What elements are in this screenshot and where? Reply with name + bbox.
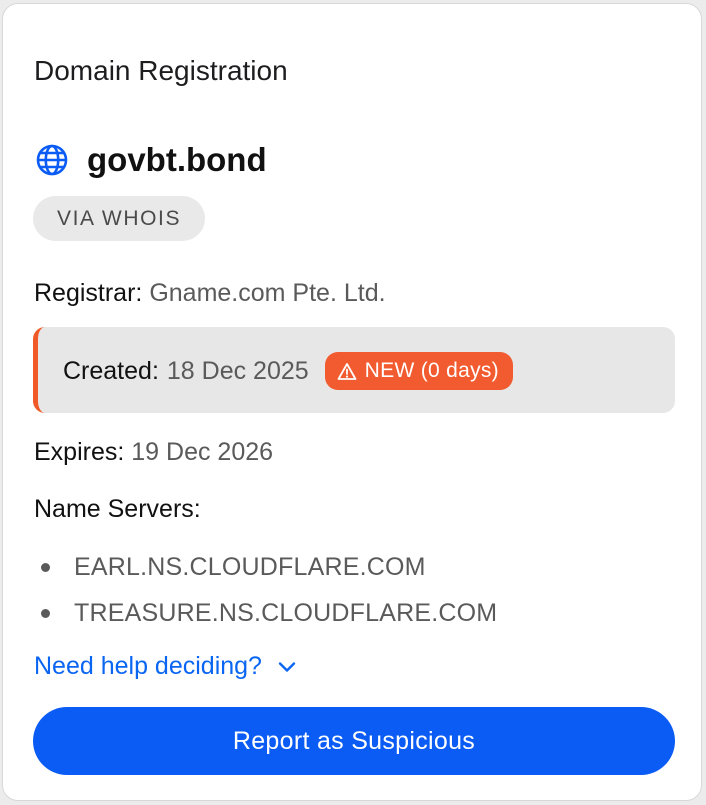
- domain-header: govbt.bond: [35, 140, 267, 180]
- name-server-value: TREASURE.NS.CLOUDFLARE.COM: [74, 598, 498, 627]
- card-title: Domain Registration: [34, 55, 288, 86]
- list-item: TREASURE.NS.CLOUDFLARE.COM: [41, 590, 497, 636]
- help-toggle[interactable]: Need help deciding?: [34, 652, 296, 681]
- domain-registration-card: Domain Registration govbt.bond VIA WHOIS…: [2, 3, 702, 801]
- expires-label: Expires:: [34, 438, 125, 466]
- chevron-down-icon: [278, 661, 296, 673]
- name-servers-label: Name Servers:: [34, 495, 201, 523]
- help-toggle-label: Need help deciding?: [34, 652, 262, 680]
- expires-row: Expires: 19 Dec 2026: [34, 436, 273, 468]
- new-badge-label: NEW (0 days): [364, 359, 499, 382]
- created-value: 18 Dec 2025: [166, 357, 309, 385]
- name-server-value: EARL.NS.CLOUDFLARE.COM: [74, 552, 426, 581]
- new-domain-badge: NEW (0 days): [324, 352, 513, 390]
- registrar-label: Registrar:: [34, 279, 143, 307]
- name-servers-list: EARL.NS.CLOUDFLARE.COM TREASURE.NS.CLOUD…: [41, 544, 497, 636]
- source-badge: VIA WHOIS: [33, 196, 206, 241]
- bullet-icon: [41, 608, 50, 618]
- registrar-value: Gname.com Pte. Ltd.: [149, 279, 386, 307]
- list-item: EARL.NS.CLOUDFLARE.COM: [41, 544, 497, 590]
- expires-value: 19 Dec 2026: [131, 438, 274, 466]
- warning-triangle-icon: [337, 362, 357, 381]
- created-label: Created:: [63, 357, 159, 385]
- created-highlight: Created: 18 Dec 2025 NEW (0 days): [33, 327, 675, 413]
- globe-icon: [35, 143, 69, 177]
- bullet-icon: [41, 562, 50, 572]
- domain-name: govbt.bond: [87, 141, 267, 178]
- registrar-row: Registrar: Gname.com Pte. Ltd.: [34, 277, 386, 309]
- report-suspicious-button[interactable]: Report as Suspicious: [33, 707, 675, 775]
